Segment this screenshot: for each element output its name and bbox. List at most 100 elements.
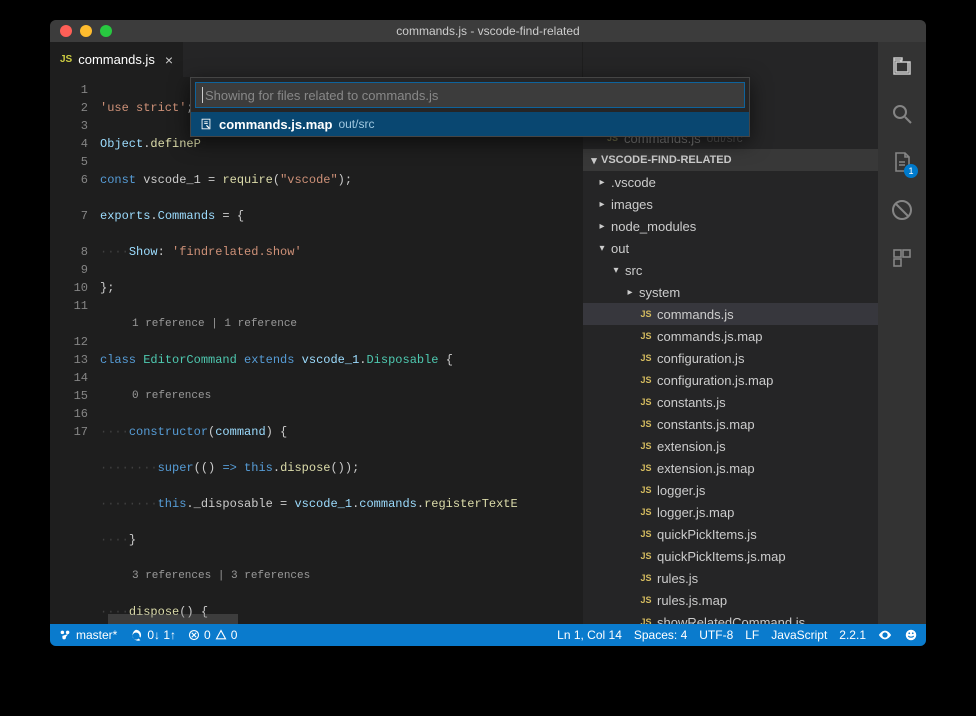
folder-item[interactable]: ▸ .vscode [583, 171, 878, 193]
js-file-icon: JS [639, 419, 653, 429]
status-eol[interactable]: LF [745, 628, 759, 642]
scm-badge: 1 [904, 164, 918, 178]
js-file-icon: JS [639, 617, 653, 624]
tree-item-label: commands.js.map [657, 329, 762, 344]
file-item[interactable]: JS logger.js.map [583, 501, 878, 523]
file-item[interactable]: JS constants.js.map [583, 413, 878, 435]
codelens[interactable]: 3 references | 3 references [100, 567, 582, 585]
file-item[interactable]: JSconstants.js [583, 391, 878, 413]
folder-item[interactable]: ▸system [583, 281, 878, 303]
error-icon [188, 629, 200, 641]
folder-item[interactable]: ▸images [583, 193, 878, 215]
js-file-icon: JS [60, 54, 72, 65]
quick-pick-result-label: commands.js.map [219, 117, 332, 132]
chevron-right-icon: ▸ [597, 199, 607, 210]
js-file-icon: JS [639, 551, 653, 561]
js-file-icon: JS [639, 375, 653, 385]
status-bar: master* 0↓ 1↑ 0 0 Ln 1, Col 14 Spaces: 4… [50, 624, 926, 646]
warning-icon [215, 629, 227, 641]
tree-item-label: configuration.js.map [657, 373, 773, 388]
file-item[interactable]: JS rules.js.map [583, 589, 878, 611]
folder-item[interactable]: ▸node_modules [583, 215, 878, 237]
extensions-activity-icon[interactable] [888, 244, 916, 272]
code-lines[interactable]: 'use strict'; Object.defineP const vscod… [100, 77, 582, 624]
explorer-activity-icon[interactable] [888, 52, 916, 80]
tree-item-label: logger.js [657, 483, 705, 498]
tree-item-label: rules.js [657, 571, 698, 586]
tab-commands-js[interactable]: JS commands.js × [50, 42, 183, 77]
status-branch[interactable]: master* [58, 628, 117, 642]
file-item[interactable]: JS quickPickItems.js.map [583, 545, 878, 567]
tree-item-label: logger.js.map [657, 505, 734, 520]
line-number-gutter: 1234567891011121314151617 [50, 77, 100, 624]
status-sync[interactable]: 0↓ 1↑ [129, 628, 176, 642]
tree-item-label: quickPickItems.js.map [657, 549, 786, 564]
file-tree: ▸.vscode▸images▸node_modules▾out▾src▸sys… [583, 171, 878, 624]
tree-item-label: constants.js [657, 395, 726, 410]
file-item[interactable]: JSshowRelatedCommand.js [583, 611, 878, 624]
js-file-icon: JS [639, 507, 653, 517]
file-item[interactable]: JSextension.js [583, 435, 878, 457]
status-spaces[interactable]: Spaces: 4 [634, 628, 687, 642]
tree-item-label: extension.js.map [657, 461, 755, 476]
codelens[interactable]: 0 references [100, 387, 582, 405]
code-editor[interactable]: 1234567891011121314151617 'use strict'; … [50, 77, 582, 624]
js-file-icon: JS [639, 331, 653, 341]
file-link-icon [199, 117, 213, 131]
file-item[interactable]: JS configuration.js.map [583, 369, 878, 391]
tree-item-label: rules.js.map [657, 593, 727, 608]
file-item[interactable]: JS commands.js.map [583, 325, 878, 347]
status-version[interactable]: 2.2.1 [839, 628, 866, 642]
codelens[interactable]: 1 reference | 1 reference [100, 315, 582, 333]
file-item[interactable]: JS rules.js [583, 567, 878, 589]
chevron-down-icon: ▾ [611, 265, 621, 276]
window: commands.js - vscode-find-related JS com… [50, 20, 926, 646]
tree-item-label: out [611, 241, 629, 256]
editor-area: JS commands.js × Showing for files relat… [50, 42, 582, 624]
folder-item[interactable]: ▾ src [583, 259, 878, 281]
source-control-activity-icon[interactable]: 1 [888, 148, 916, 176]
quick-pick-placeholder: Showing for files related to commands.js [205, 88, 438, 103]
status-problems[interactable]: 0 0 [188, 628, 237, 642]
file-item[interactable]: JScommands.js [583, 303, 878, 325]
tab-bar: JS commands.js × [50, 42, 582, 77]
explorer-header [583, 42, 878, 77]
folder-item[interactable]: ▾out [583, 237, 878, 259]
titlebar: commands.js - vscode-find-related [50, 20, 926, 42]
js-file-icon: JS [639, 463, 653, 473]
file-item[interactable]: JS extension.js.map [583, 457, 878, 479]
chevron-right-icon: ▸ [597, 221, 607, 232]
text-cursor [202, 87, 203, 103]
file-item[interactable]: JS configuration.js [583, 347, 878, 369]
js-file-icon: JS [639, 529, 653, 539]
tree-item-label: constants.js.map [657, 417, 755, 432]
tree-item-label: src [625, 263, 642, 278]
debug-activity-icon[interactable] [888, 196, 916, 224]
explorer-section-header[interactable]: ▾ VSCODE-FIND-RELATED [583, 149, 878, 171]
quick-pick-result-path: out/src [338, 117, 374, 131]
horizontal-scrollbar[interactable] [108, 614, 238, 624]
close-tab-icon[interactable]: × [165, 52, 173, 68]
status-cursor[interactable]: Ln 1, Col 14 [557, 628, 622, 642]
sync-icon [129, 628, 143, 642]
git-branch-icon [58, 628, 72, 642]
file-item[interactable]: JSquickPickItems.js [583, 523, 878, 545]
tree-item-label: configuration.js [657, 351, 744, 366]
js-file-icon: JS [639, 353, 653, 363]
status-preview-icon[interactable] [878, 628, 892, 642]
explorer-section-label: VSCODE-FIND-RELATED [601, 154, 732, 166]
status-encoding[interactable]: UTF-8 [699, 628, 733, 642]
main: JS commands.js × Showing for files relat… [50, 42, 926, 624]
js-file-icon: JS [639, 595, 653, 605]
tree-item-label: .vscode [611, 175, 656, 190]
tree-item-label: system [639, 285, 680, 300]
chevron-right-icon: ▸ [597, 177, 607, 188]
quick-pick-result[interactable]: commands.js.map out/src [191, 112, 749, 136]
js-file-icon: JS [639, 573, 653, 583]
search-activity-icon[interactable] [888, 100, 916, 128]
status-language[interactable]: JavaScript [771, 628, 827, 642]
chevron-down-icon: ▾ [587, 154, 601, 167]
file-item[interactable]: JSlogger.js [583, 479, 878, 501]
quick-pick-input[interactable]: Showing for files related to commands.js [195, 82, 745, 108]
status-feedback-icon[interactable] [904, 628, 918, 642]
